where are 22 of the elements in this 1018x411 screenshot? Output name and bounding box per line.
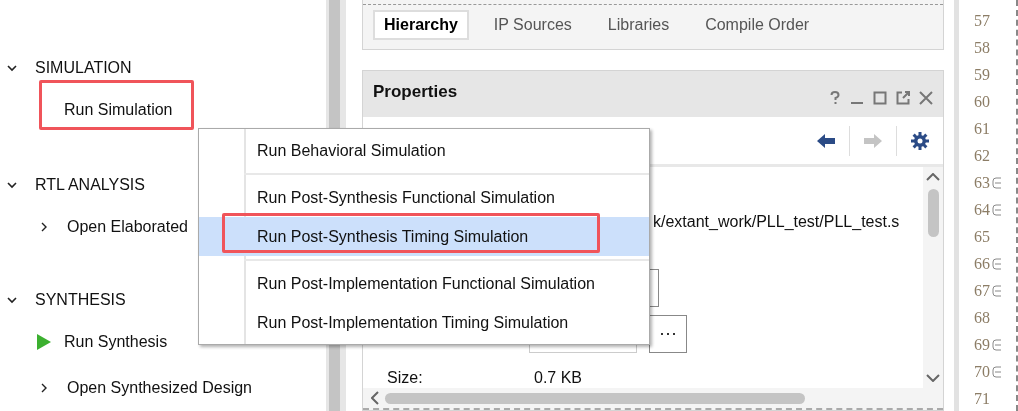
property-value: 0.7 KB xyxy=(534,368,583,383)
line-number: 63 xyxy=(974,173,990,192)
line-number: 64 xyxy=(974,200,990,219)
line-number: 59 xyxy=(974,65,990,84)
panel-title: Properties xyxy=(373,82,458,102)
section-title: SYNTHESIS xyxy=(35,291,126,309)
line-number: 58 xyxy=(974,38,990,57)
line-number: 70 xyxy=(974,362,990,381)
line-number: 57 xyxy=(974,11,990,30)
line-number: 61 xyxy=(974,119,990,138)
line-number: 67 xyxy=(974,281,990,300)
line-number: 60 xyxy=(974,92,990,111)
section-title: RTL ANALYSIS xyxy=(35,176,145,194)
line-number: 68 xyxy=(974,308,990,327)
line-number: 66 xyxy=(974,254,990,273)
property-label: Size: xyxy=(387,368,424,383)
file-path-text: k/extant_work/PLL_test/PLL_test.s xyxy=(653,213,900,231)
line-number: 65 xyxy=(974,227,990,246)
line-number: 69 xyxy=(974,335,990,354)
line-number: 71 xyxy=(974,389,990,408)
section-title: SIMULATION xyxy=(35,59,132,77)
line-number: 62 xyxy=(974,146,990,165)
